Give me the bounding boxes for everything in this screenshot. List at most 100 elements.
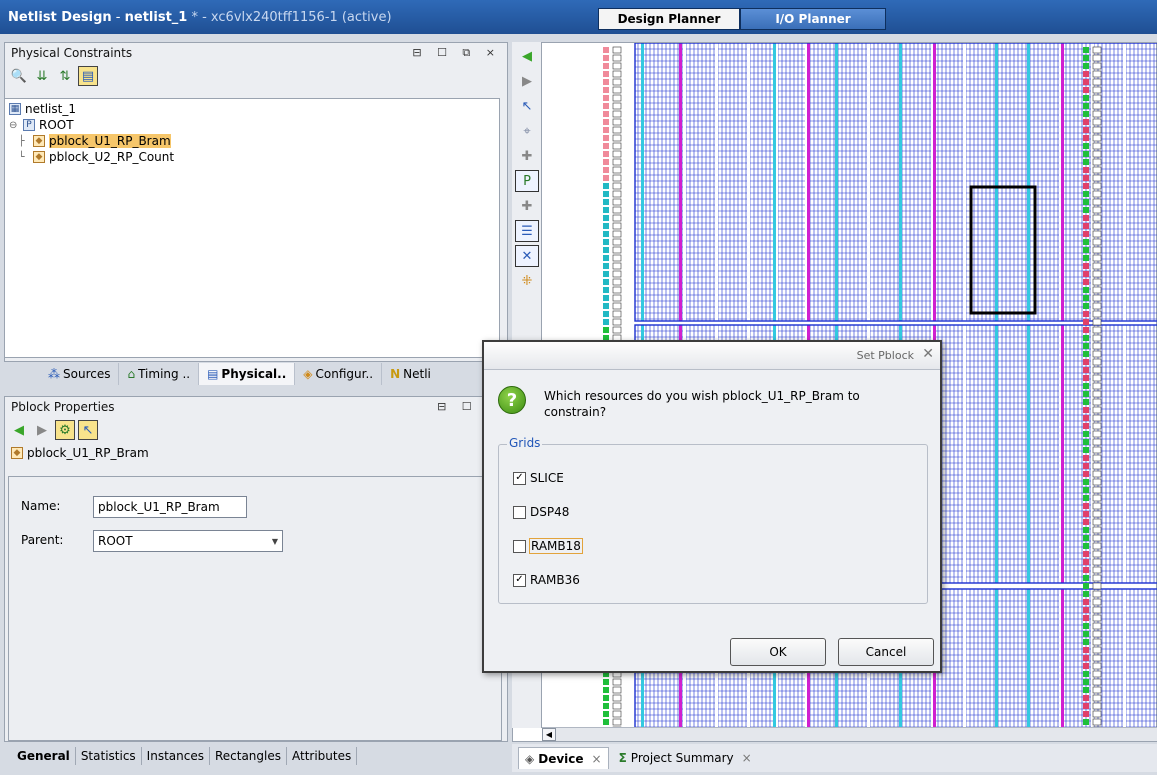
tab-sources[interactable]: ⁂ Sources: [40, 363, 120, 385]
cancel-button[interactable]: Cancel: [838, 638, 934, 666]
checkbox-ramb18[interactable]: RAMB18: [513, 538, 583, 554]
io-tile: [612, 278, 622, 286]
io-tile: [1092, 222, 1102, 230]
io-tile: [612, 294, 622, 302]
io-tile: [1092, 102, 1102, 110]
tab-attributes[interactable]: Attributes: [287, 747, 358, 765]
dsp-column: [1061, 589, 1064, 729]
io-tile: [612, 182, 622, 190]
io-tile: [612, 142, 622, 150]
layers-icon[interactable]: ☰: [515, 220, 539, 242]
checkbox-box[interactable]: [513, 539, 526, 553]
io-site: [1083, 519, 1089, 525]
device-icon: ◈: [525, 751, 535, 766]
horizontal-scrollbar[interactable]: ◀: [542, 727, 1157, 741]
dsp-column: [933, 43, 936, 321]
io-site: [1083, 535, 1089, 541]
io-tile: [1092, 598, 1102, 606]
show-hierarchy-icon[interactable]: ▤: [78, 66, 98, 86]
io-site: [603, 711, 609, 717]
checkbox-ramb36[interactable]: ✓ RAMB36: [513, 573, 580, 587]
io-tile: [1092, 134, 1102, 142]
expand-all-icon[interactable]: ⇅: [55, 66, 75, 86]
clock-region-border: [634, 43, 1157, 322]
checkbox-box[interactable]: ✓: [513, 573, 526, 587]
selected-pblock-row: ◆ pblock_U1_RP_Bram: [5, 443, 507, 463]
close-icon[interactable]: ✕: [922, 346, 934, 362]
add-site-icon[interactable]: ✚: [515, 195, 539, 217]
fabric-view-icon[interactable]: ⁜: [515, 270, 539, 292]
back-arrow-icon[interactable]: ◀: [9, 420, 29, 440]
close-icon[interactable]: ×: [592, 752, 602, 766]
io-site: [1083, 71, 1089, 77]
parent-select[interactable]: ROOT ▼: [93, 530, 283, 552]
io-site: [1083, 119, 1089, 125]
close-icon[interactable]: ×: [742, 751, 752, 765]
io-site: [603, 687, 609, 693]
io-tile: [612, 54, 622, 62]
netlist-tab-icon: N: [390, 367, 401, 381]
io-site: [1083, 143, 1089, 149]
io-tile: [1092, 510, 1102, 518]
back-arrow-icon[interactable]: ◀: [515, 45, 539, 67]
tree-item-netlist[interactable]: ▦ netlist_1: [9, 101, 495, 117]
tree-item-pblock-u1[interactable]: ├ ◆ pblock_U1_RP_Bram: [9, 133, 495, 149]
tab-project-summary[interactable]: Σ Project Summary ×: [613, 747, 758, 769]
io-tile: [612, 70, 622, 78]
tab-timing[interactable]: ⌂ Timing ..: [119, 363, 200, 385]
checkbox-box[interactable]: ✓: [513, 471, 526, 485]
column-gap: [867, 43, 870, 321]
tree-item-root[interactable]: ⊖ P ROOT: [9, 117, 495, 133]
expand-toggle-icon[interactable]: ⊖: [9, 120, 23, 131]
tab-physical[interactable]: ▤ Physical..: [199, 363, 296, 385]
io-tile: [1092, 662, 1102, 670]
tree-item-pblock-u2[interactable]: └ ◆ pblock_U2_RP_Count: [9, 149, 495, 165]
pblock-draw-icon[interactable]: P: [515, 170, 539, 192]
io-site: [1083, 455, 1089, 461]
select-cursor-icon[interactable]: ↖: [515, 95, 539, 117]
io-site: [1083, 719, 1089, 725]
io-site: [1083, 631, 1089, 637]
io-site: [603, 311, 609, 317]
timing-icon: ⌂: [127, 367, 136, 381]
checkbox-box[interactable]: [513, 505, 526, 519]
tab-netlist[interactable]: N Netli: [382, 363, 439, 385]
tab-rectangles[interactable]: Rectangles: [210, 747, 287, 765]
io-site: [603, 135, 609, 141]
forward-arrow-icon[interactable]: ▶: [32, 420, 52, 440]
io-tile: [612, 238, 622, 246]
forward-arrow-icon[interactable]: ▶: [515, 70, 539, 92]
io-site: [603, 175, 609, 181]
grids-legend: Grids: [507, 436, 543, 450]
scroll-left-icon[interactable]: ◀: [542, 728, 556, 741]
route-tool-icon[interactable]: ✕: [515, 245, 539, 267]
io-tile: [612, 718, 622, 726]
tab-instances[interactable]: Instances: [142, 747, 210, 765]
checkbox-dsp48[interactable]: DSP48: [513, 505, 569, 519]
io-site: [1083, 615, 1089, 621]
search-icon[interactable]: 🔍: [9, 66, 29, 86]
io-site: [603, 223, 609, 229]
io-site: [1083, 679, 1089, 685]
checkbox-slice[interactable]: ✓ SLICE: [513, 471, 564, 485]
name-field[interactable]: pblock_U1_RP_Bram: [93, 496, 247, 518]
io-tile: [1092, 454, 1102, 462]
select-cursor-icon[interactable]: ↖: [78, 420, 98, 440]
zoom-area-icon[interactable]: ⌖: [515, 120, 539, 142]
tab-statistics[interactable]: Statistics: [76, 747, 142, 765]
io-site: [1083, 551, 1089, 557]
io-tile: [1092, 702, 1102, 710]
collapse-all-icon[interactable]: ⇊: [32, 66, 52, 86]
tab-device[interactable]: ◈ Device ×: [518, 747, 609, 769]
io-site: [1083, 559, 1089, 565]
physical-constraints-toolbar: 🔍 ⇊ ⇅ ▤: [5, 63, 507, 89]
create-pblock-icon[interactable]: ✚: [515, 145, 539, 167]
tab-design-planner[interactable]: Design Planner: [598, 8, 740, 30]
tab-io-planner[interactable]: I/O Planner: [740, 8, 886, 30]
tab-general[interactable]: General: [12, 747, 76, 765]
tab-configuration[interactable]: ◈ Configur..: [295, 363, 383, 385]
pblock-settings-icon[interactable]: ⚙: [55, 420, 75, 440]
ok-button[interactable]: OK: [730, 638, 826, 666]
pblock-general-form: Name: pblock_U1_RP_Bram Parent: ROOT ▼: [8, 476, 502, 741]
panel-window-controls[interactable]: ⊟ ☐ ⧉ ×: [412, 46, 501, 60]
